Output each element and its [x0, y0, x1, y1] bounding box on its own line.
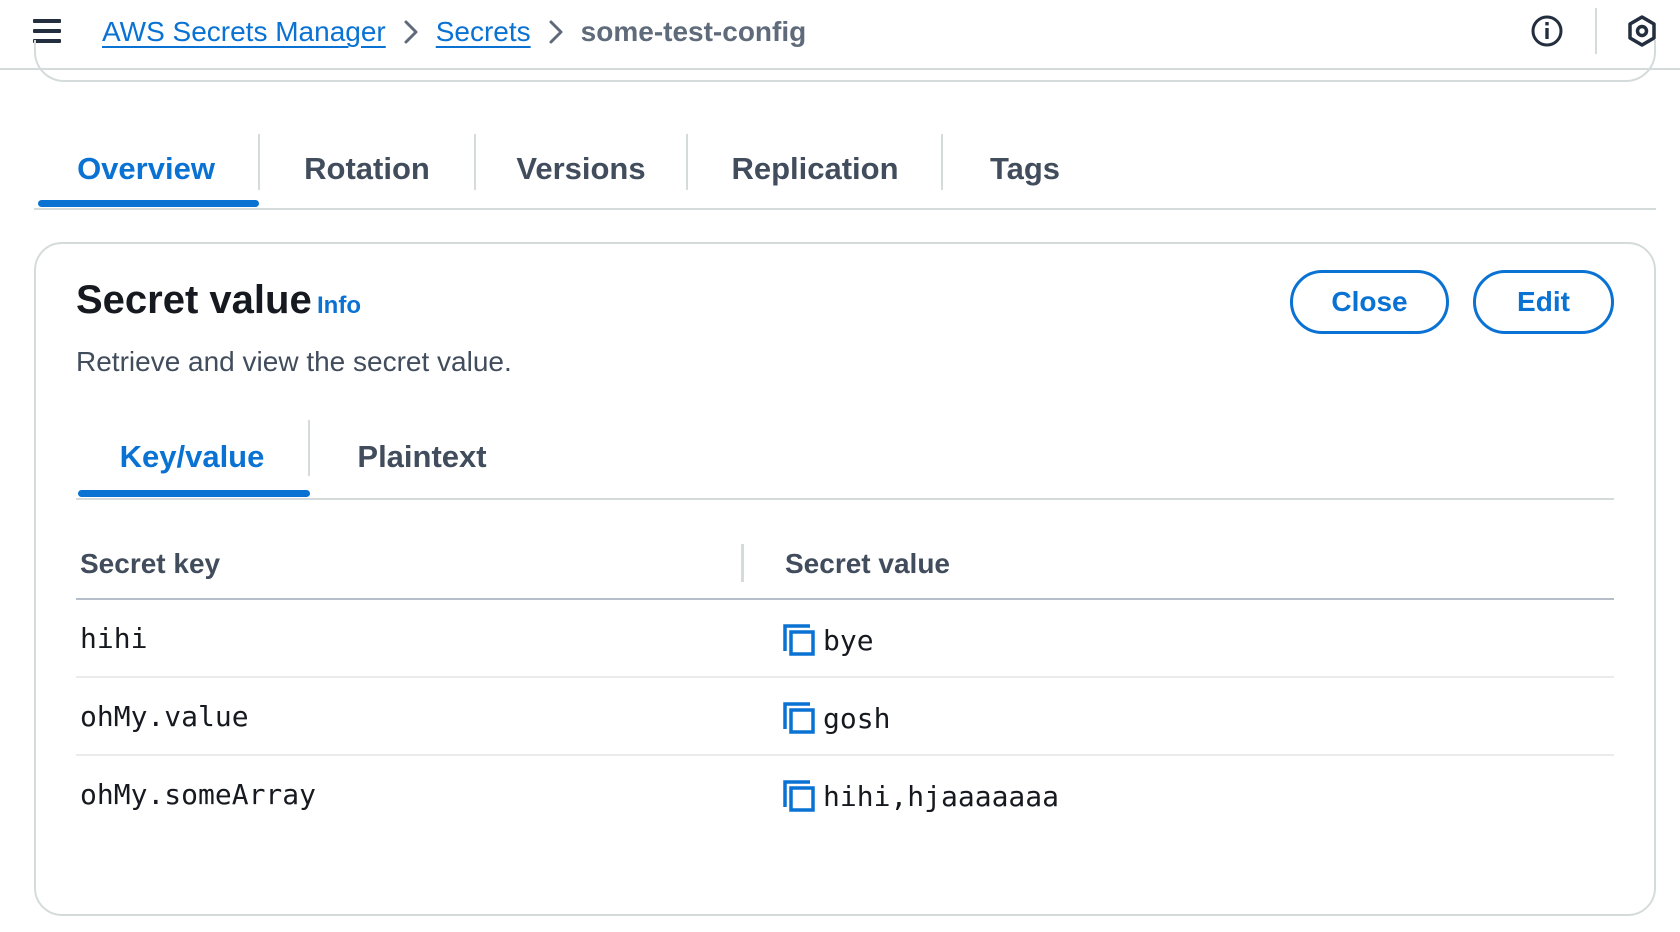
card-title: Secret value — [76, 278, 312, 322]
edit-button[interactable]: Edit — [1473, 270, 1614, 334]
table-row: ohMy.someArray hihi,hjaaaaaaa — [76, 756, 1614, 834]
secret-view-tab-bar: Key/value Plaintext — [76, 416, 1614, 500]
table-row: ohMy.value gosh — [76, 678, 1614, 756]
tab-replication[interactable]: Replication — [688, 130, 942, 208]
secret-value-text: bye — [823, 623, 874, 657]
table-header: Secret key Secret value — [76, 528, 1614, 600]
active-inner-tab-indicator — [78, 490, 310, 497]
secret-value-text: gosh — [823, 701, 891, 735]
secret-key-value-table: Secret key Secret value hihi bye ohMy.va… — [76, 528, 1614, 834]
main-tab-bar: Overview Rotation Versions Replication T… — [34, 130, 1656, 210]
secret-value-cell: gosh — [781, 698, 890, 738]
tab-rotation[interactable]: Rotation — [260, 130, 474, 208]
secret-key-cell: ohMy.value — [80, 700, 249, 733]
copy-icon[interactable] — [781, 700, 817, 736]
previous-section-container — [34, 40, 1656, 82]
column-header-secret-key: Secret key — [80, 548, 221, 579]
tab-tags[interactable]: Tags — [943, 130, 1107, 208]
active-tab-indicator — [38, 200, 259, 207]
tab-plaintext[interactable]: Plaintext — [310, 416, 534, 498]
secret-value-card: Secret value Info Retrieve and view the … — [34, 242, 1656, 916]
close-button[interactable]: Close — [1290, 270, 1449, 334]
secret-key-cell: hihi — [80, 622, 148, 655]
info-link[interactable]: Info — [317, 292, 361, 320]
column-divider[interactable] — [741, 544, 744, 582]
tab-key-value[interactable]: Key/value — [76, 416, 308, 498]
tab-overview[interactable]: Overview — [34, 130, 258, 208]
table-row: hihi bye — [76, 600, 1614, 678]
secret-value-cell: hihi,hjaaaaaaa — [781, 776, 1059, 816]
copy-icon[interactable] — [781, 778, 817, 814]
card-description: Retrieve and view the secret value. — [76, 346, 512, 377]
secret-key-cell: ohMy.someArray — [80, 778, 317, 811]
column-header-secret-value: Secret value — [785, 548, 950, 579]
tab-versions[interactable]: Versions — [476, 130, 686, 208]
secret-value-text: hihi,hjaaaaaaa — [823, 779, 1060, 813]
secret-value-cell: bye — [781, 620, 874, 660]
copy-icon[interactable] — [781, 622, 817, 658]
